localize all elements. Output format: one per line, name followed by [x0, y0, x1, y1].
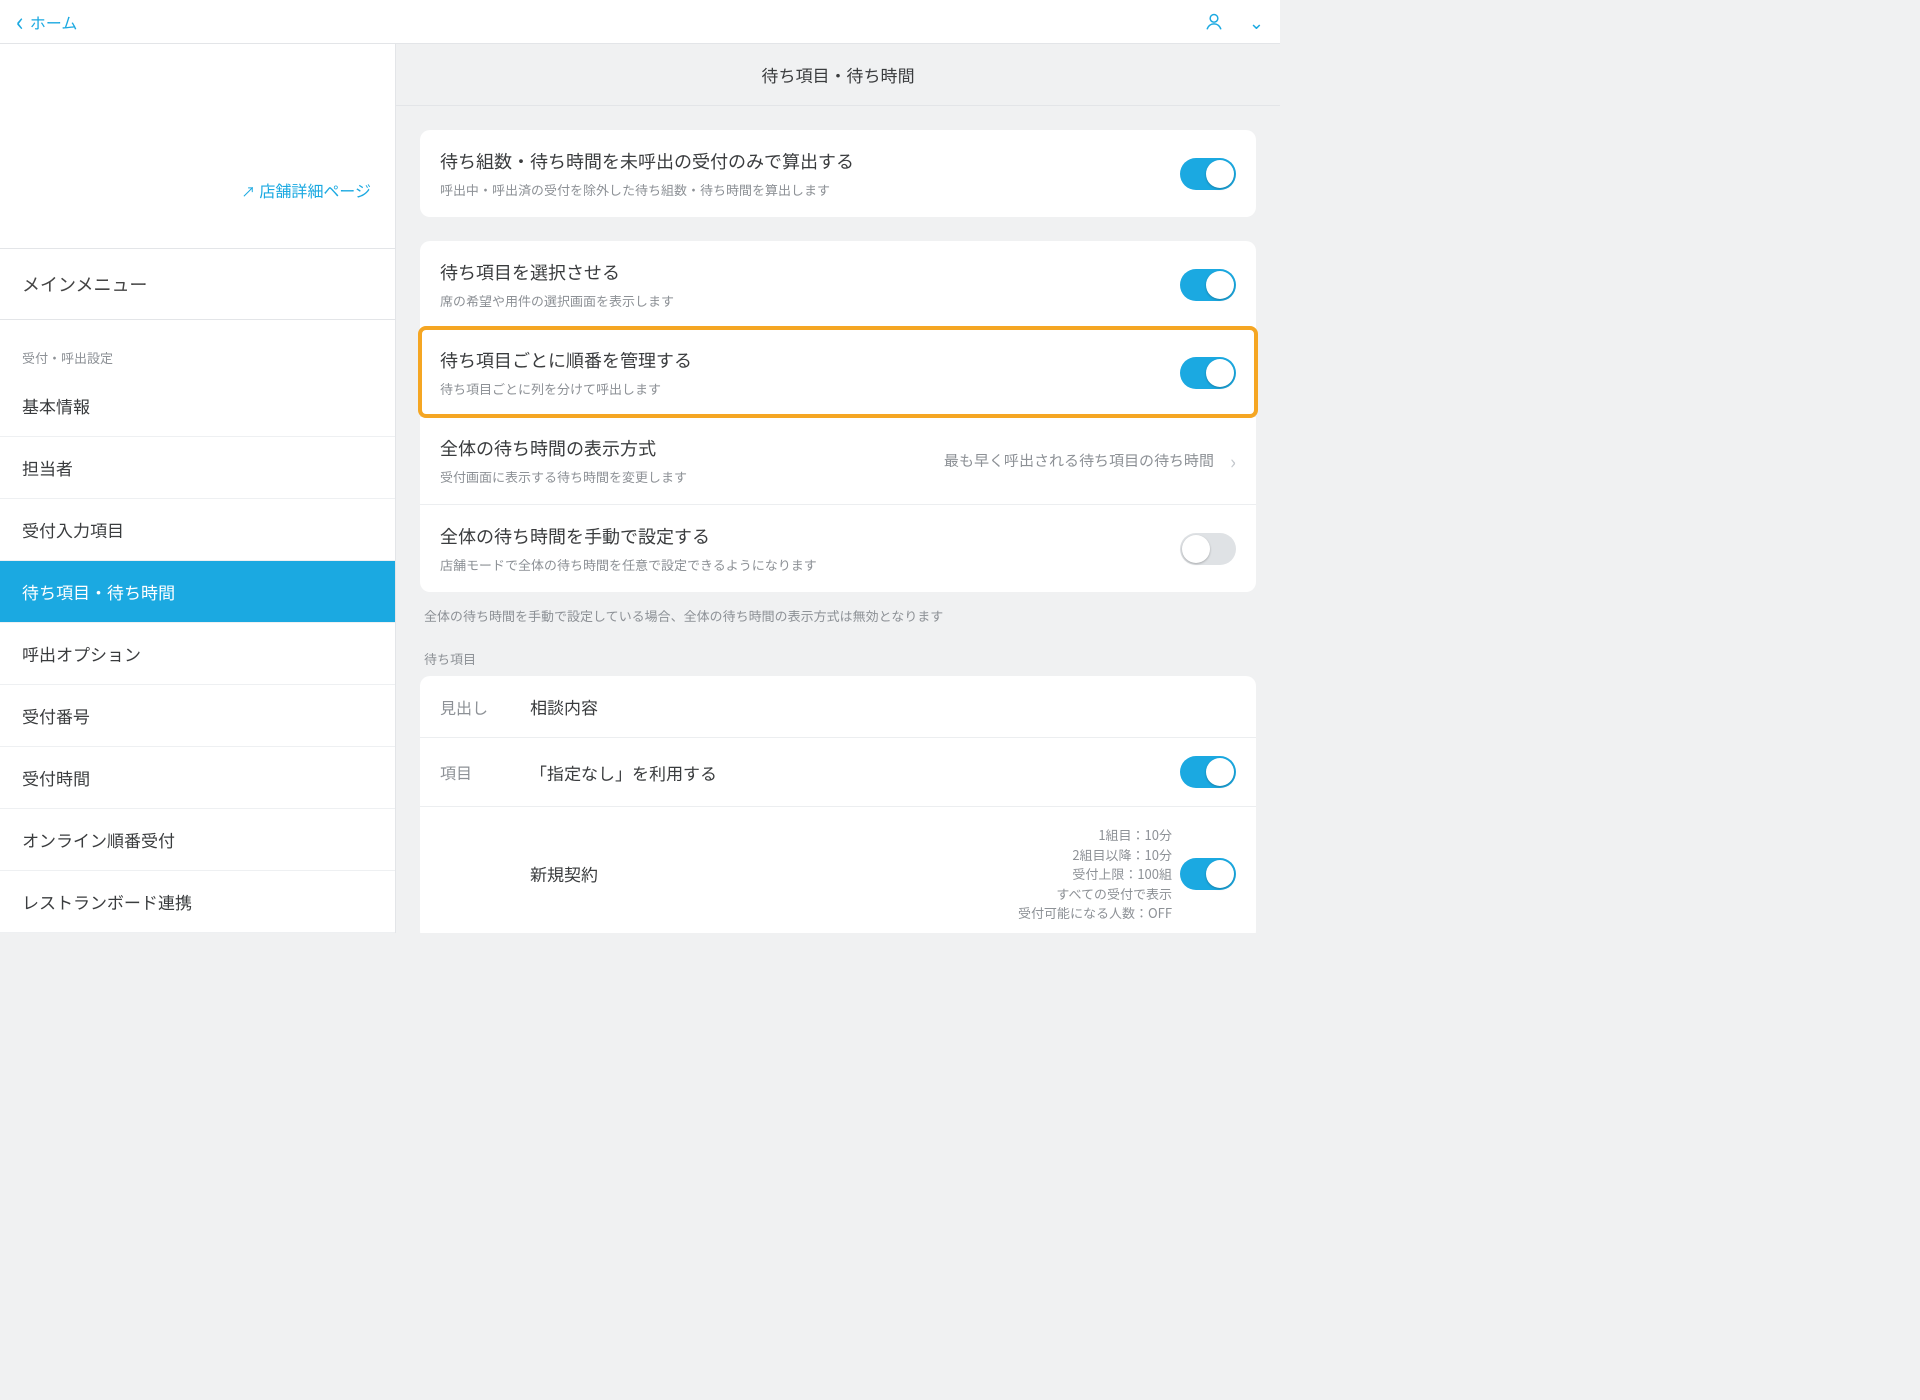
toggle-use-unspecified[interactable] [1180, 756, 1236, 788]
row-title: 待ち組数・待ち時間を未呼出の受付のみで算出する [440, 148, 1164, 174]
row-title: 待ち項目ごとに順番を管理する [440, 347, 1164, 373]
row-sub: 店舗モードで全体の待ち時間を任意で設定できるようになります [440, 555, 1164, 574]
heading-value: 相談内容 [530, 694, 1236, 719]
sidebar-item-call-options[interactable]: 呼出オプション [0, 623, 395, 685]
sidebar: ↗店舗詳細ページ メインメニュー 受付・呼出設定 基本情報 担当者 受付入力項目… [0, 44, 396, 933]
wait-item-entry[interactable]: 新規契約 1組目：10分 2組目以降：10分 受付上限：100組 すべての受付で… [420, 806, 1256, 933]
sidebar-item-reception-time[interactable]: 受付時間 [0, 747, 395, 809]
card-calc-uncall-only: 待ち組数・待ち時間を未呼出の受付のみで算出する 呼出中・呼出済の受付を除外した待… [420, 130, 1256, 217]
topbar: ‹ ホーム ⌄ [0, 0, 1280, 44]
row-sub: 待ち項目ごとに列を分けて呼出します [440, 379, 1164, 398]
row-sub: 受付画面に表示する待ち時間を変更します [440, 467, 928, 486]
sidebar-item-wait-items[interactable]: 待ち項目・待ち時間 [0, 561, 395, 623]
row-manage-per-wait-item: 待ち項目ごとに順番を管理する 待ち項目ごとに列を分けて呼出します [420, 328, 1256, 416]
sidebar-item-restaurant-board[interactable]: レストランボード連携 [0, 871, 395, 933]
sidebar-item-input-fields[interactable]: 受付入力項目 [0, 499, 395, 561]
sidebar-item-basic-info[interactable]: 基本情報 [0, 375, 395, 437]
store-detail-link[interactable]: ↗店舗詳細ページ [241, 178, 371, 202]
page-title: 待ち項目・待ち時間 [396, 44, 1280, 106]
sidebar-item-online-queue[interactable]: オンライン順番受付 [0, 809, 395, 871]
row-sub: 席の希望や用件の選択画面を表示します [440, 291, 1164, 310]
heading-label: 見出し [440, 695, 530, 719]
row-title: 全体の待ち時間の表示方式 [440, 435, 928, 461]
card-wait-item-definition: 見出し 相談内容 項目 「指定なし」を利用する 新規契約 1組目：10分 2組目… [420, 676, 1256, 933]
toggle-select-wait-item[interactable] [1180, 269, 1236, 301]
chevron-down-icon[interactable]: ⌄ [1249, 9, 1264, 35]
toggle-calc-uncall-only[interactable] [1180, 158, 1236, 190]
row-title: 全体の待ち時間を手動で設定する [440, 523, 1164, 549]
external-link-icon: ↗ [241, 182, 255, 202]
row-sub: 呼出中・呼出済の受付を除外した待ち組数・待ち時間を算出します [440, 180, 1164, 199]
main-pane: 待ち項目・待ち時間 待ち組数・待ち時間を未呼出の受付のみで算出する 呼出中・呼出… [396, 44, 1280, 933]
back-label[interactable]: ホーム [30, 10, 78, 34]
wait-time-footnote: 全体の待ち時間を手動で設定している場合、全体の待ち時間の表示方式は無効となります [420, 606, 1256, 649]
main-menu-heading[interactable]: メインメニュー [0, 249, 395, 320]
wait-item-entry-name: 新規契約 [530, 861, 1018, 886]
row-title: 待ち項目を選択させる [440, 259, 1164, 285]
toggle-wait-item-entry[interactable] [1180, 858, 1236, 890]
card-wait-item-settings: 待ち項目を選択させる 席の希望や用件の選択画面を表示します 待ち項目ごとに順番を… [420, 241, 1256, 592]
sidebar-item-ticket-number[interactable]: 受付番号 [0, 685, 395, 747]
toggle-manual-wait-time[interactable] [1180, 533, 1236, 565]
sidebar-item-staff[interactable]: 担当者 [0, 437, 395, 499]
item-label: 項目 [440, 760, 530, 784]
user-icon[interactable] [1203, 11, 1225, 33]
row-wait-time-display-mode[interactable]: 全体の待ち時間の表示方式 受付画面に表示する待ち時間を変更します 最も早く呼出さ… [420, 416, 1256, 504]
item-value: 「指定なし」を利用する [530, 760, 1180, 785]
wait-item-entry-meta: 1組目：10分 2組目以降：10分 受付上限：100組 すべての受付で表示 受付… [1018, 825, 1172, 923]
toggle-manage-per-wait-item[interactable] [1180, 357, 1236, 389]
wait-item-group-caption: 待ち項目 [420, 649, 1256, 676]
chevron-right-icon: › [1230, 446, 1236, 475]
row-value: 最も早く呼出される待ち項目の待ち時間 [944, 450, 1214, 471]
back-chevron-icon[interactable]: ‹ [16, 8, 24, 36]
sidebar-section-caption: 受付・呼出設定 [0, 320, 395, 375]
